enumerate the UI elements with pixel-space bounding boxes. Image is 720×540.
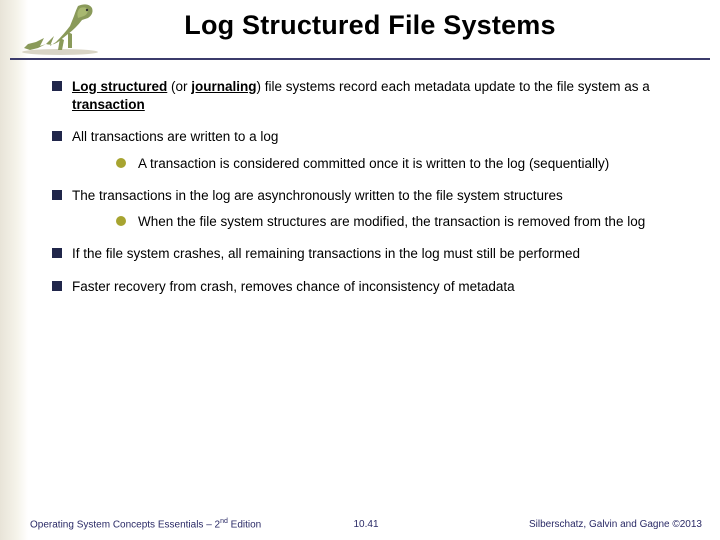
subbullet-removed: When the file system structures are modi… — [116, 213, 692, 231]
bullet-text: All transactions are written to a log — [72, 129, 278, 144]
left-sidebar-texture — [0, 0, 28, 540]
subbullet-text: When the file system structures are modi… — [138, 214, 645, 229]
subbullet-committed: A transaction is considered committed on… — [116, 155, 692, 173]
bullet-faster-recovery: Faster recovery from crash, removes chan… — [52, 278, 692, 296]
footer-authors: Silberschatz, Galvin and Gagne ©2013 — [529, 519, 702, 530]
slide-title: Log Structured File Systems — [140, 10, 600, 41]
term-log-structured: Log structured — [72, 79, 167, 94]
bullet-text: If the file system crashes, all remainin… — [72, 246, 580, 261]
text-span: ) file systems record each metadata upda… — [257, 79, 650, 94]
slide-body: Log structured (or journaling) file syst… — [52, 78, 692, 310]
bullet-text: The transactions in the log are asynchro… — [72, 188, 563, 203]
dinosaur-logo-icon — [10, 0, 110, 56]
term-transaction: transaction — [72, 97, 145, 112]
term-journaling: journaling — [191, 79, 256, 94]
bullet-log-structured: Log structured (or journaling) file syst… — [52, 78, 692, 114]
bullet-crash: If the file system crashes, all remainin… — [52, 245, 692, 263]
text-span: (or — [167, 79, 191, 94]
bullet-text: Faster recovery from crash, removes chan… — [72, 279, 515, 294]
slide-footer: Operating System Concepts Essentials – 2… — [30, 512, 702, 530]
bullet-async-written: The transactions in the log are asynchro… — [52, 187, 692, 231]
slide-header: Log Structured File Systems — [10, 0, 710, 60]
subbullet-text: A transaction is considered committed on… — [138, 156, 609, 171]
bullet-all-transactions: All transactions are written to a log A … — [52, 128, 692, 172]
